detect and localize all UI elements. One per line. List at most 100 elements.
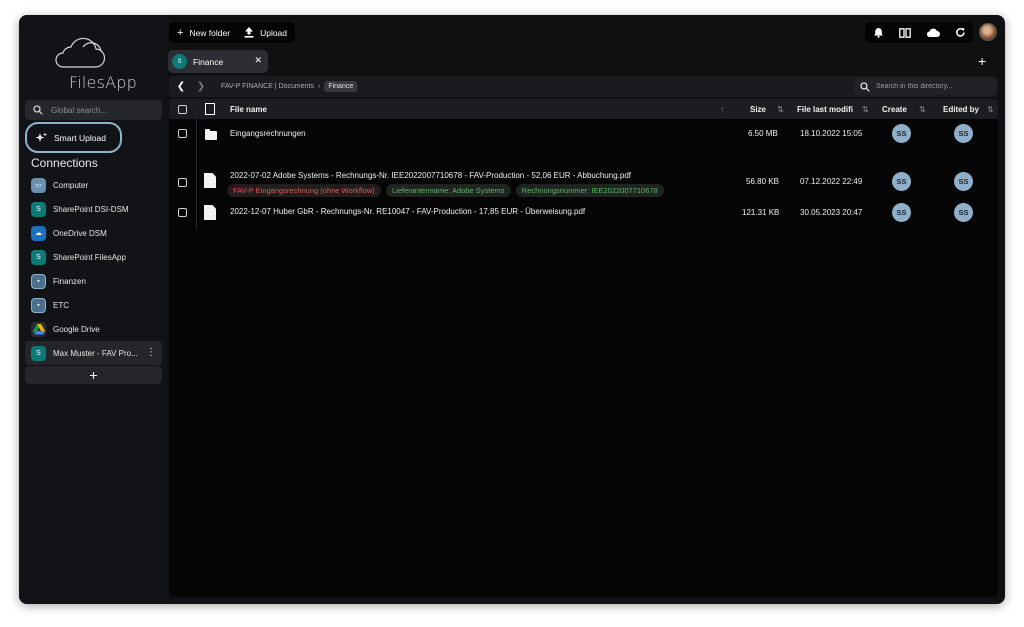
connection-label: Computer	[53, 180, 89, 190]
connection-sharepoint-dsi-dsm[interactable]: S SharePoint DSI-DSM	[25, 197, 162, 221]
app-name: FilesApp	[69, 73, 137, 92]
header-size[interactable]: Size	[750, 99, 766, 119]
sidebar: FilesApp Smart Upload Connections ▭ Comp…	[19, 15, 167, 604]
file-table: File name ↑ Size ⇅ File last modifi ⇅ Cr…	[169, 99, 998, 597]
breadcrumb-path[interactable]: FAV-P FINANCE | Documents	[221, 83, 314, 90]
tag-workflow[interactable]: FAV-P Eingangsrechnung (ohne Workflow)	[227, 184, 381, 197]
tag-supplier[interactable]: Lieferantenname: Adobe Systems	[385, 184, 511, 197]
connection-etc[interactable]: ▪ ETC	[25, 293, 162, 317]
search-icon	[33, 105, 43, 115]
search-icon	[860, 81, 870, 92]
sharepoint-icon: S	[31, 201, 46, 217]
connections-heading: Connections	[31, 156, 98, 170]
breadcrumb: FAV-P FINANCE | Documents › Finance	[221, 81, 358, 92]
table-header: File name ↑ Size ⇅ File last modifi ⇅ Cr…	[169, 99, 998, 119]
connection-label: OneDrive DSM	[53, 228, 107, 238]
connection-label: Google Drive	[53, 324, 100, 334]
connection-label: Max Muster - FAV Pro...	[53, 348, 138, 358]
sort-icon[interactable]: ⇅	[862, 99, 869, 119]
onedrive-icon: ☁	[31, 225, 46, 241]
cloud-icon[interactable]	[926, 28, 940, 37]
connection-max-muster[interactable]: S Max Muster - FAV Pro... ⋮	[25, 341, 162, 365]
upload-button[interactable]: Upload	[244, 27, 287, 38]
directory-search[interactable]	[854, 78, 996, 95]
cloud-logo-icon	[55, 37, 106, 68]
edited-by-avatar[interactable]: SS	[954, 124, 973, 143]
new-folder-button[interactable]: + New folder	[177, 27, 230, 39]
app-logo: FilesApp	[45, 37, 145, 92]
header-created[interactable]: Create	[882, 99, 907, 119]
edited-by-avatar[interactable]: SS	[954, 203, 973, 222]
chevron-left-icon[interactable]: ❮	[171, 81, 191, 92]
file-icon	[204, 173, 216, 188]
folder-icon	[205, 129, 217, 140]
bell-icon[interactable]	[873, 27, 884, 38]
sort-up-icon[interactable]: ↑	[720, 99, 724, 119]
connection-label: ETC	[53, 300, 69, 310]
breadcrumb-bar: ❮ ❯ FAV-P FINANCE | Documents › Finance	[169, 76, 998, 97]
directory-search-input[interactable]	[876, 83, 986, 90]
connection-sharepoint-filesapp[interactable]: S SharePoint FilesApp	[25, 245, 162, 269]
tab-label: Finance	[193, 56, 224, 67]
row-checkbox[interactable]	[178, 208, 187, 217]
tab-finance[interactable]: S Finance ✕	[168, 50, 268, 73]
smart-upload-button[interactable]: Smart Upload	[25, 122, 122, 153]
file-size: 56.80 KB	[746, 177, 779, 186]
add-connection-button[interactable]: +	[25, 366, 162, 384]
file-name[interactable]: 2022-12-07 Huber GbR - Rechnungs-Nr. RE1…	[230, 207, 585, 216]
edited-by-avatar[interactable]: SS	[954, 172, 973, 191]
table-row[interactable]: Eingangsrechnungen 6.50 MB 18.10.2022 15…	[169, 119, 998, 149]
sort-icon[interactable]: ⇅	[987, 99, 994, 119]
header-modified[interactable]: File last modifi	[797, 99, 853, 119]
file-modified: 07.12.2022 22:49	[800, 177, 863, 186]
header-edited[interactable]: Edited by	[943, 99, 979, 119]
user-avatar[interactable]	[979, 23, 997, 41]
folder-icon: ▪	[31, 297, 46, 313]
sharepoint-icon: S	[172, 54, 187, 69]
sort-icon[interactable]: ⇅	[919, 99, 926, 119]
file-name[interactable]: 2022-07-02 Adobe Systems - Rechnungs-Nr.…	[230, 171, 631, 180]
file-size: 121.31 KB	[742, 208, 780, 217]
row-checkbox[interactable]	[178, 129, 187, 138]
select-all-checkbox[interactable]	[178, 99, 187, 119]
connection-label: Finanzen	[53, 276, 86, 286]
created-by-avatar[interactable]: SS	[892, 172, 911, 191]
connection-label: SharePoint DSI-DSM	[53, 204, 129, 214]
file-tags: FAV-P Eingangsrechnung (ohne Workflow) L…	[227, 184, 667, 197]
connection-google-drive[interactable]: Google Drive	[25, 317, 162, 341]
folder-icon: ▪	[31, 273, 46, 289]
sort-icon[interactable]: ⇅	[777, 99, 784, 119]
plus-icon: +	[978, 53, 987, 69]
created-by-avatar[interactable]: SS	[892, 203, 911, 222]
sparkle-icon	[35, 132, 47, 142]
file-name[interactable]: Eingangsrechnungen	[230, 129, 306, 138]
table-row[interactable]: 2022-07-02 Adobe Systems - Rechnungs-Nr.…	[169, 165, 998, 199]
row-checkbox[interactable]	[178, 178, 187, 187]
created-by-avatar[interactable]: SS	[892, 124, 911, 143]
app-window: FilesApp Smart Upload Connections ▭ Comp…	[19, 15, 1005, 604]
header-file-name[interactable]: File name	[230, 99, 267, 119]
new-tab-button[interactable]: +	[978, 53, 986, 69]
connection-finanzen[interactable]: ▪ Finanzen	[25, 269, 162, 293]
refresh-icon[interactable]	[955, 27, 966, 38]
more-vertical-icon[interactable]: ⋮	[146, 346, 156, 360]
plus-icon: +	[177, 26, 184, 39]
tag-invoice-number[interactable]: Rechnungsnummer: IEE2022007710678	[515, 184, 664, 197]
global-search[interactable]	[25, 100, 162, 120]
split-view-icon[interactable]	[898, 27, 911, 38]
top-toolbar: + New folder Upload	[169, 22, 296, 43]
upload-label: Upload	[260, 27, 288, 38]
connections-list: ▭ Computer S SharePoint DSI-DSM ☁ OneDri…	[25, 173, 162, 365]
upload-icon	[244, 27, 254, 38]
sharepoint-icon: S	[31, 345, 46, 361]
breadcrumb-current[interactable]: Finance	[324, 81, 358, 92]
chevron-right-icon[interactable]: ❯	[191, 81, 211, 92]
connection-onedrive-dsm[interactable]: ☁ OneDrive DSM	[25, 221, 162, 245]
close-icon[interactable]: ✕	[254, 55, 262, 66]
file-size: 6.50 MB	[748, 129, 778, 138]
global-search-input[interactable]	[51, 105, 151, 115]
right-toolbar	[865, 22, 973, 43]
file-modified: 18.10.2022 15:05	[800, 129, 863, 138]
table-row[interactable]: 2022-12-07 Huber GbR - Rechnungs-Nr. RE1…	[169, 200, 998, 226]
connection-computer[interactable]: ▭ Computer	[25, 173, 162, 197]
